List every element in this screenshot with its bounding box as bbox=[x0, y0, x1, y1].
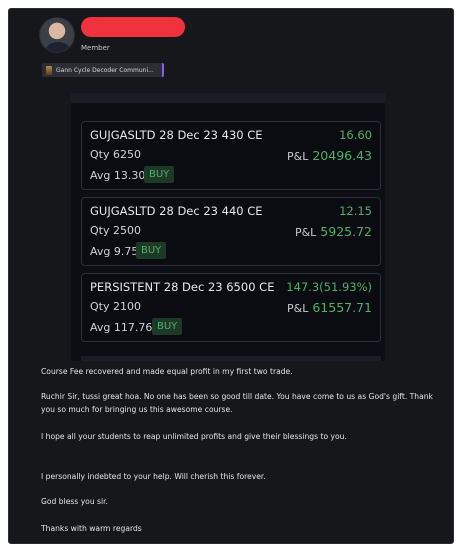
buy-badge: BUY bbox=[144, 166, 175, 183]
instrument-name: GUJGASLTD 28 Dec 23 430 CE bbox=[90, 128, 263, 142]
panel-top-bar bbox=[71, 93, 385, 103]
pnl-label: P&L bbox=[287, 150, 309, 163]
quantity: Qty 6250 bbox=[90, 148, 141, 161]
message-paragraph: Thanks with warm regards bbox=[41, 524, 142, 533]
pnl: P&L 5925.72 bbox=[295, 224, 372, 239]
pnl-label: P&L bbox=[287, 302, 309, 315]
panel-bottom-bar bbox=[81, 356, 381, 361]
pnl-value: 20496.43 bbox=[312, 148, 372, 163]
qty-value: 2100 bbox=[112, 300, 141, 313]
avg-value: 9.75 bbox=[113, 245, 139, 258]
message-paragraph: Ruchir Sir, tussi great hoa. No one has … bbox=[41, 392, 433, 414]
average-price: Avg 9.75 bbox=[90, 245, 138, 258]
avatar[interactable] bbox=[39, 17, 75, 53]
post-container: Member Gann Cycle Decoder Communi... GUJ… bbox=[8, 8, 454, 544]
avatar-shirt bbox=[46, 42, 70, 52]
avg-label: Avg bbox=[90, 169, 111, 182]
trade-card[interactable]: GUJGASLTD 28 Dec 23 440 CE 12.15 Qty 250… bbox=[81, 197, 381, 266]
instrument-name: PERSISTENT 28 Dec 23 6500 CE bbox=[90, 280, 275, 294]
buy-badge: BUY bbox=[152, 318, 183, 335]
message-paragraph: I hope all your students to reap unlimit… bbox=[41, 432, 347, 441]
qty-label: Qty bbox=[90, 224, 110, 237]
pnl-value: 61557.71 bbox=[312, 300, 372, 315]
ltp-change: 147.3(51.93%) bbox=[286, 280, 372, 294]
pnl: P&L 20496.43 bbox=[287, 148, 372, 163]
buy-badge: BUY bbox=[136, 242, 167, 259]
pnl-value: 5925.72 bbox=[320, 224, 372, 239]
trade-screenshot: GUJGASLTD 28 Dec 23 430 CE 16.60 Qty 625… bbox=[71, 93, 385, 361]
redacted-username bbox=[81, 17, 185, 37]
quantity: Qty 2500 bbox=[90, 224, 141, 237]
trade-card[interactable]: GUJGASLTD 28 Dec 23 430 CE 16.60 Qty 625… bbox=[81, 121, 381, 190]
average-price: Avg 13.30 bbox=[90, 169, 145, 182]
message-paragraph: I personally indebted to your help. Will… bbox=[41, 472, 266, 481]
ltp-change: 12.15 bbox=[339, 204, 372, 218]
community-tag-label: Gann Cycle Decoder Communi... bbox=[56, 66, 154, 74]
avg-value: 117.76 bbox=[113, 321, 153, 334]
community-tag[interactable]: Gann Cycle Decoder Communi... bbox=[42, 63, 164, 77]
pnl-label: P&L bbox=[294, 226, 317, 239]
qty-label: Qty bbox=[90, 148, 110, 161]
instrument-name: GUJGASLTD 28 Dec 23 440 CE bbox=[90, 204, 263, 218]
qty-label: Qty bbox=[90, 300, 110, 313]
qty-value: 2500 bbox=[112, 224, 141, 237]
pnl: P&L 61557.71 bbox=[287, 300, 372, 315]
quantity: Qty 2100 bbox=[90, 300, 141, 313]
member-role-label: Member bbox=[81, 44, 110, 52]
qty-value: 6250 bbox=[112, 148, 141, 161]
community-icon bbox=[46, 65, 52, 75]
message-paragraph: Course Fee recovered and made equal prof… bbox=[41, 367, 293, 376]
avg-label: Avg bbox=[90, 321, 111, 334]
avg-label: Avg bbox=[90, 245, 111, 258]
ltp-change: 16.60 bbox=[339, 128, 372, 142]
message-paragraph: God bless you sir. bbox=[41, 497, 108, 506]
trade-card[interactable]: PERSISTENT 28 Dec 23 6500 CE 147.3(51.93… bbox=[81, 273, 381, 342]
avg-value: 13.30 bbox=[113, 169, 146, 182]
average-price: Avg 117.76 bbox=[90, 321, 152, 334]
